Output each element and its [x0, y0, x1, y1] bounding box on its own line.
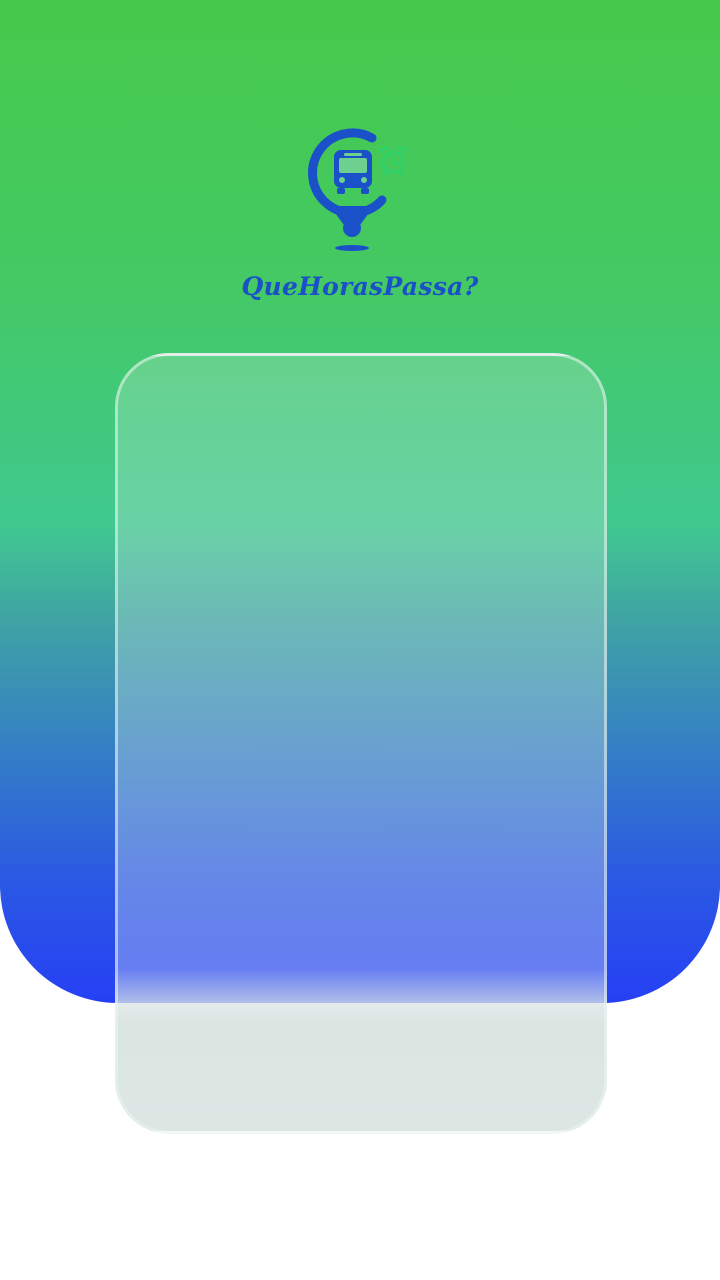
splash-screen: QueHorasPassa? [0, 0, 720, 1280]
glass-card-panel [115, 353, 607, 1134]
app-name-logo-text: QueHorasPassa? [241, 272, 479, 301]
bus-location-pin-alarm-icon [308, 128, 408, 251]
